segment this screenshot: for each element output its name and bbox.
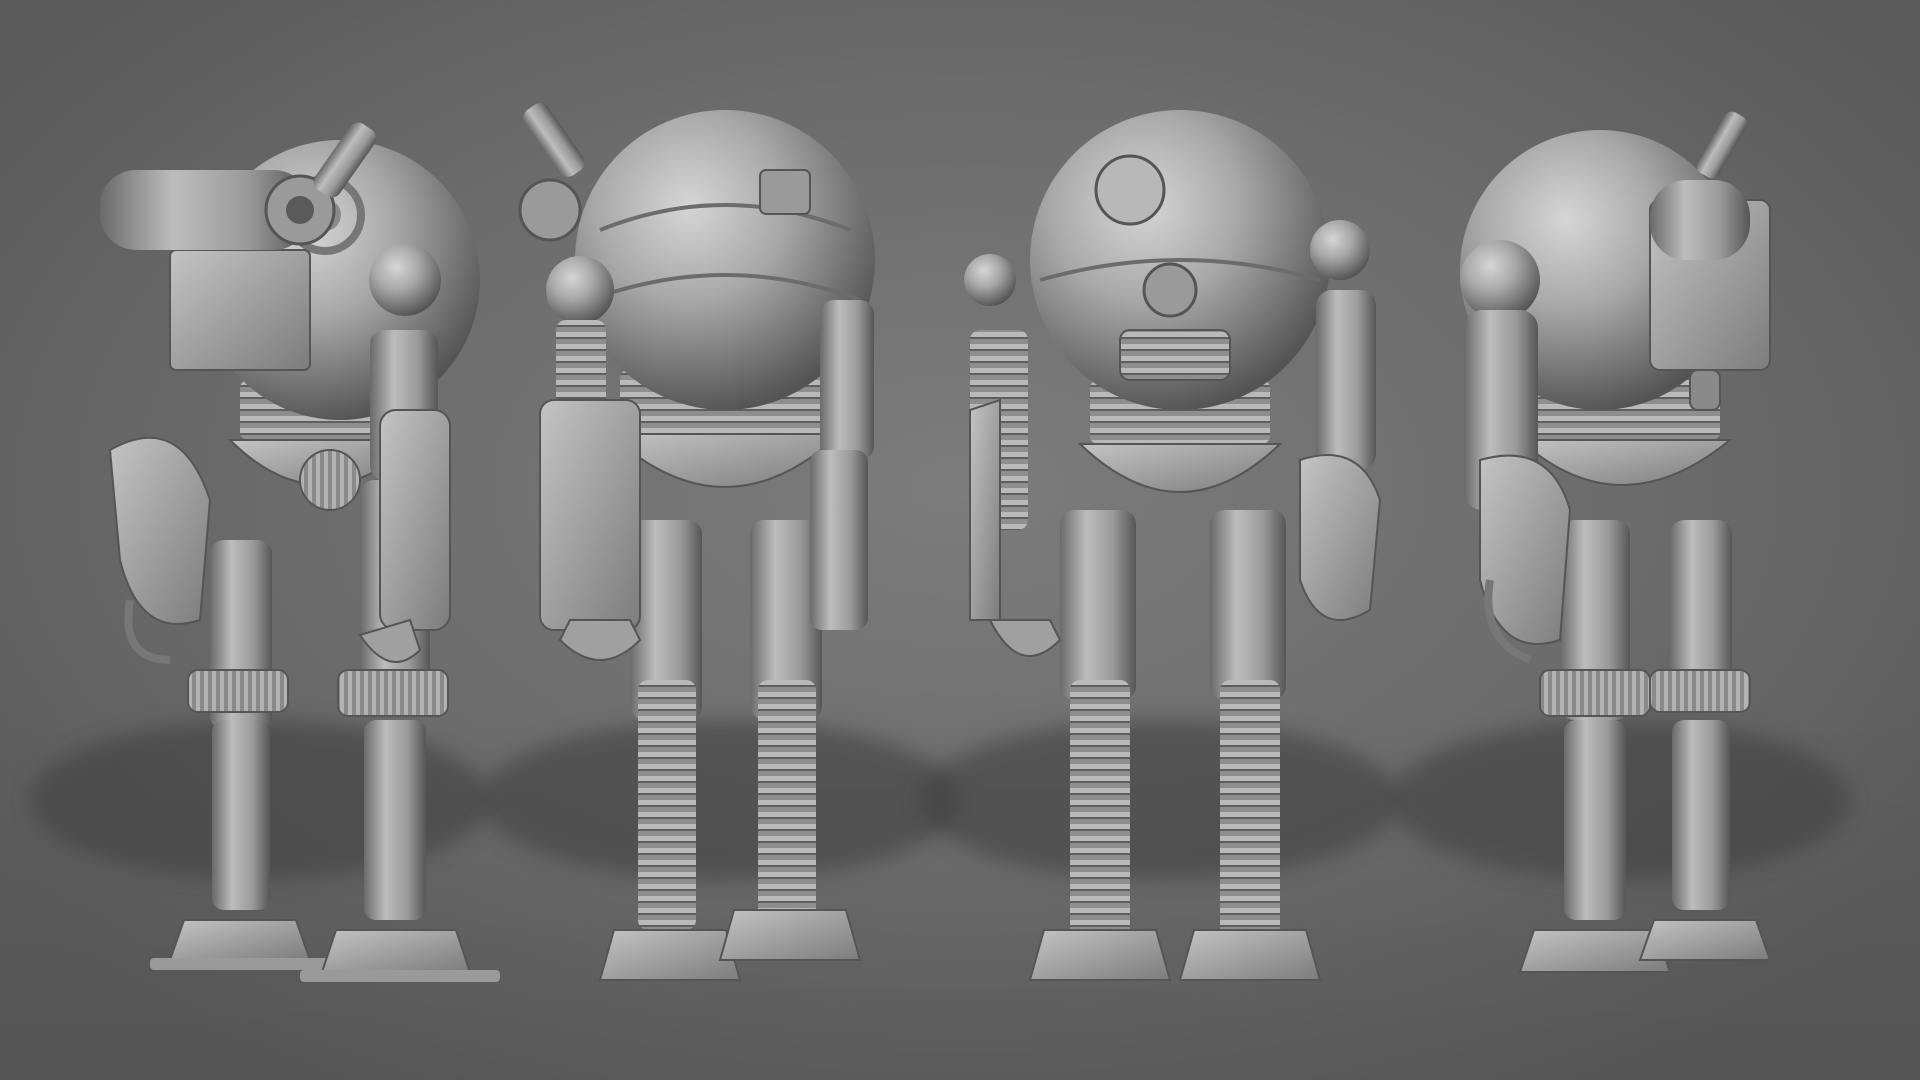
body-sphere <box>1030 110 1330 410</box>
robot-front-view <box>920 110 1400 981</box>
robot-right-side-view <box>1390 111 1850 973</box>
robot-back-view <box>480 103 960 981</box>
turnaround-render <box>0 0 1920 1080</box>
ground-shadow <box>920 720 1400 880</box>
robot-left-side-view <box>30 122 500 982</box>
exhaust-pipe <box>518 103 585 242</box>
ground-shadow <box>480 720 960 880</box>
far-arm <box>108 436 212 664</box>
